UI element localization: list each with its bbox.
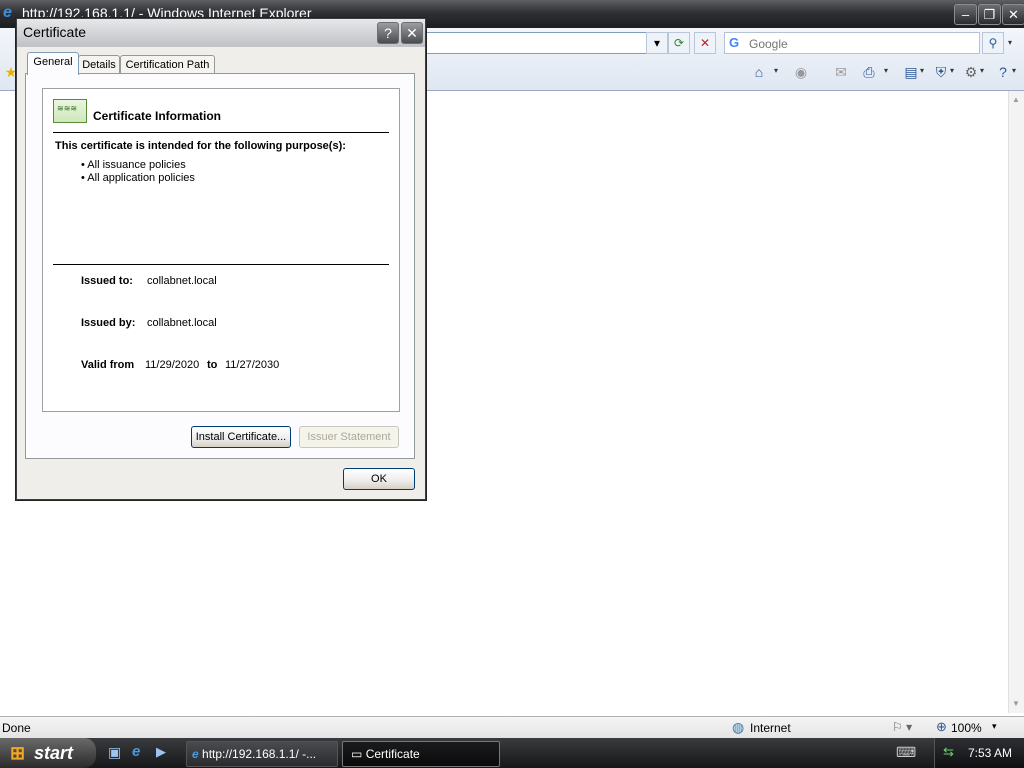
tab-details-label: Details	[82, 59, 116, 71]
start-button[interactable]: ⊞ start	[0, 738, 96, 768]
scroll-down-arrow-icon[interactable]: ▼	[1008, 696, 1024, 712]
certificate-info-box: ≋≋≋ Certificate Information This certifi…	[42, 88, 400, 412]
tab-general[interactable]: General	[27, 52, 79, 75]
system-tray: ⇆ 7:53 AM	[934, 738, 1024, 768]
protected-mode-icon[interactable]: ⚐ ▾	[892, 720, 912, 734]
quicklaunch-ie-icon[interactable]: e	[132, 743, 140, 760]
issued-by-value: collabnet.local	[147, 317, 217, 329]
general-tab-panel: ≋≋≋ Certificate Information This certifi…	[25, 73, 415, 459]
home-dropdown[interactable]: ▾	[774, 66, 778, 75]
zoom-dropdown[interactable]: ▾	[992, 721, 997, 732]
safety-dropdown[interactable]: ▾	[950, 66, 954, 75]
restore-button[interactable]: ❐	[978, 4, 1001, 25]
taskbar	[0, 738, 1024, 768]
valid-from-value: 11/29/2020	[145, 359, 200, 371]
print-dropdown[interactable]: ▾	[884, 66, 888, 75]
quicklaunch-desktop-icon[interactable]: ▣	[108, 744, 121, 761]
search-input[interactable]	[747, 34, 976, 53]
scroll-up-arrow-icon[interactable]: ▲	[1008, 92, 1024, 108]
stop-button[interactable]: ✕	[694, 32, 716, 54]
mail-icon[interactable]: ✉	[832, 64, 850, 80]
safety-icon[interactable]: ⛨	[932, 64, 950, 80]
ie-logo-icon: e	[3, 4, 12, 21]
dialog-title: Certificate	[23, 24, 87, 40]
issued-by-label: Issued by:	[81, 317, 136, 329]
dialog-close-button[interactable]: ✕	[401, 22, 423, 44]
globe-icon: ◍	[732, 719, 745, 735]
zoom-level[interactable]: 100%	[951, 721, 982, 735]
close-button[interactable]: ✕	[1002, 4, 1024, 25]
feeds-icon[interactable]: ◉	[792, 64, 810, 80]
status-text: Done	[2, 721, 31, 735]
task-ie-label: http://192.168.1.1/ -...	[202, 747, 317, 761]
heading-divider	[53, 132, 389, 133]
dialog-help-button[interactable]: ?	[377, 22, 399, 44]
certificate-icon: ≋≋≋	[53, 99, 87, 123]
search-button[interactable]: ⚲	[982, 32, 1004, 54]
issued-to-value: collabnet.local	[147, 275, 217, 287]
tab-certification-path[interactable]: Certification Path	[120, 55, 215, 74]
help-icon[interactable]: ?	[994, 64, 1012, 80]
issuer-statement-button[interactable]: Issuer Statement	[299, 426, 399, 448]
search-options-dropdown[interactable]: ▾	[1008, 38, 1012, 47]
windows-logo-icon: ⊞	[10, 743, 26, 763]
valid-from-label: Valid from	[81, 359, 135, 371]
valid-to-label: to	[207, 359, 218, 371]
task-certificate-label: Certificate	[365, 747, 420, 761]
quicklaunch-media-icon[interactable]: ▶	[156, 744, 166, 760]
network-icon[interactable]: ⇆	[943, 744, 954, 760]
install-certificate-button[interactable]: Install Certificate...	[191, 426, 291, 448]
tab-certification-path-label: Certification Path	[125, 59, 210, 71]
purpose-item: • All application policies	[81, 172, 195, 184]
keyboard-icon[interactable]: ⌨	[896, 744, 916, 761]
purpose-title: This certificate is intended for the fol…	[55, 140, 346, 152]
vertical-scrollbar[interactable]	[1008, 91, 1024, 713]
status-bar: Done ◍ Internet ⚐ ▾ ⊕ 100% ▾	[0, 716, 1024, 739]
print-icon[interactable]: ⎙	[860, 64, 878, 80]
address-dropdown-button[interactable]: ▾	[646, 32, 668, 54]
purpose-divider	[53, 264, 389, 265]
issued-to-label: Issued to:	[81, 275, 133, 287]
help-dropdown[interactable]: ▾	[1012, 66, 1016, 75]
task-ie[interactable]: e http://192.168.1.1/ -...	[186, 741, 338, 767]
valid-to-value: 11/27/2030	[225, 359, 280, 371]
home-icon[interactable]: ⌂	[750, 64, 768, 80]
zone-text: Internet	[750, 721, 791, 735]
certificate-dialog: Certificate ? ✕ General Details Certific…	[16, 18, 426, 500]
address-bar[interactable]	[424, 32, 664, 54]
ok-button[interactable]: OK	[343, 468, 415, 490]
page-icon[interactable]: ▤	[902, 64, 920, 80]
start-label: start	[34, 743, 74, 763]
search-box[interactable]: G	[724, 32, 980, 54]
page-dropdown[interactable]: ▾	[920, 66, 924, 75]
tools-gear-icon[interactable]: ⚙	[962, 64, 980, 80]
certificate-info-heading: Certificate Information	[93, 109, 222, 123]
minimize-button[interactable]: –	[954, 4, 977, 25]
task-certificate[interactable]: ▭ Certificate	[342, 741, 500, 767]
tab-details[interactable]: Details	[78, 55, 120, 74]
dialog-titlebar[interactable]: Certificate ? ✕	[17, 19, 425, 47]
tools-dropdown[interactable]: ▾	[980, 66, 984, 75]
zoom-icon[interactable]: ⊕	[936, 719, 947, 735]
window-task-icon: ▭	[351, 747, 363, 761]
clock[interactable]: 7:53 AM	[968, 746, 1012, 760]
purpose-item: • All issuance policies	[81, 159, 186, 171]
refresh-button[interactable]: ⟳	[668, 32, 690, 54]
tab-general-label: General	[33, 56, 73, 68]
ie-task-icon: e	[192, 747, 199, 761]
google-icon: G	[729, 35, 740, 50]
